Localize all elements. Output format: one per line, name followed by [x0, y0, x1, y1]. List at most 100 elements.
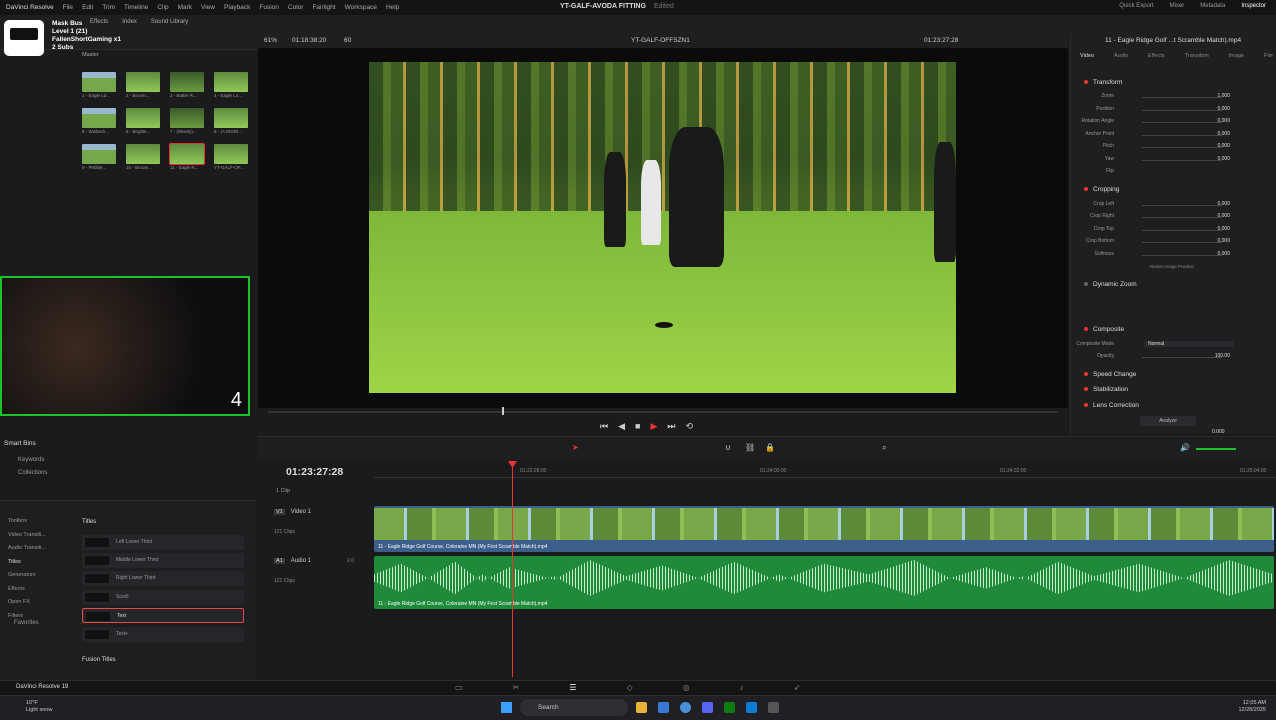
tab-video[interactable]: Video — [1080, 53, 1094, 59]
video-clip[interactable]: 11 - Eagle Ridge Golf Course, Coleraine … — [374, 506, 1274, 552]
row-slider[interactable] — [1142, 255, 1222, 256]
cut-page-icon[interactable]: ✂ — [513, 683, 520, 692]
menu-view[interactable]: View — [201, 4, 215, 11]
menu-trim[interactable]: Trim — [102, 4, 115, 11]
menu-clip[interactable]: Clip — [157, 4, 168, 11]
favorites-header[interactable]: Favorites — [14, 620, 39, 626]
metadata-button[interactable]: Metadata — [1200, 3, 1225, 9]
title-text[interactable]: Text — [82, 608, 244, 623]
stop-icon[interactable]: ■ — [635, 421, 640, 432]
volume-slider[interactable] — [1196, 448, 1236, 450]
mixer-button[interactable]: Mixer — [1170, 3, 1185, 9]
title-scroll[interactable]: Scroll — [82, 590, 244, 605]
row-slider[interactable] — [1142, 147, 1222, 148]
row-slider[interactable] — [1142, 242, 1222, 243]
menu-file[interactable]: File — [63, 4, 73, 11]
fusion-titles-header[interactable]: Fusion Titles — [82, 657, 116, 663]
composite-mode-select[interactable]: Normal — [1144, 341, 1234, 347]
viewer-scrubber-handle[interactable] — [502, 407, 504, 415]
tab-audio[interactable]: Audio — [1114, 53, 1128, 59]
color-page-icon[interactable]: ◎ — [683, 683, 690, 692]
windows-start-icon[interactable] — [501, 702, 512, 713]
quick-export-button[interactable]: Quick Export — [1119, 3, 1153, 9]
smart-bin-collections[interactable]: Collections — [18, 470, 47, 476]
enable-dot-icon[interactable] — [1084, 80, 1088, 84]
fx-cat-toolbox[interactable]: Toolbox — [8, 515, 46, 529]
row-slider[interactable] — [1142, 230, 1222, 231]
selection-tool-icon[interactable]: ➤ — [572, 443, 579, 452]
media-clip-thumb[interactable] — [170, 108, 204, 128]
playhead[interactable] — [512, 462, 513, 677]
fairlight-page-icon[interactable]: ♪ — [740, 683, 744, 692]
skip-start-icon[interactable]: ⏮ — [600, 421, 608, 432]
fx-cat-titles[interactable]: Titles — [8, 556, 46, 570]
system-clock[interactable]: 12:05 AM 12/28/2025 — [1238, 700, 1266, 714]
tab-image[interactable]: Image — [1229, 53, 1244, 59]
row-value[interactable]: 100.00 — [1215, 353, 1230, 359]
link-icon[interactable]: ⛓ — [745, 443, 755, 452]
resolve-taskbar-icon[interactable] — [768, 702, 779, 713]
menu-fairlight[interactable]: Fairlight — [312, 4, 335, 11]
xbox-icon[interactable] — [724, 702, 735, 713]
row-slider[interactable] — [1142, 205, 1222, 206]
row-value[interactable]: 0.000 — [1217, 251, 1230, 257]
menu-edit[interactable]: Edit — [82, 4, 93, 11]
enable-dot-icon[interactable] — [1084, 372, 1088, 376]
lock-icon[interactable]: 🔒 — [765, 443, 775, 452]
video-track-header[interactable]: V1 Video 1 121 Clips — [258, 509, 374, 535]
deliver-page-icon[interactable]: ➶ — [794, 683, 801, 692]
media-clip-thumb[interactable] — [126, 108, 160, 128]
track-code[interactable]: A1 — [274, 558, 285, 564]
audio-clip[interactable]: 11 - Eagle Ridge Golf Course, Coleraine … — [374, 556, 1274, 609]
media-clip-thumb[interactable] — [214, 72, 248, 92]
menu-color[interactable]: Color — [288, 4, 304, 11]
weather-widget[interactable]: 10°F Light snow — [26, 700, 52, 714]
skip-end-icon[interactable]: ⏭ — [667, 421, 675, 432]
reverse-icon[interactable]: ◀ — [618, 421, 625, 432]
dynamic-zoom-section[interactable]: Dynamic Zoom — [1084, 281, 1137, 288]
media-clip-thumb[interactable] — [170, 72, 204, 92]
row-value[interactable]: 0.000 — [1217, 238, 1230, 244]
fx-cat-effects[interactable]: Effects — [8, 583, 46, 597]
row-value[interactable]: 0.000 — [1217, 213, 1230, 219]
row-value[interactable]: 0.000 — [1217, 226, 1230, 232]
inspector-button[interactable]: Inspector — [1241, 3, 1266, 9]
media-clip-thumb[interactable] — [214, 144, 248, 164]
file-explorer-icon[interactable] — [636, 702, 647, 713]
row-slider[interactable] — [1142, 110, 1222, 111]
browser-icon[interactable] — [658, 702, 669, 713]
taskbar-search[interactable]: Search — [520, 699, 628, 716]
row-slider[interactable] — [1142, 160, 1222, 161]
fx-cat-generators[interactable]: Generators — [8, 569, 46, 583]
lens-correction-section[interactable]: Lens Correction — [1084, 402, 1139, 409]
row-value[interactable]: 0.000 — [1217, 118, 1230, 124]
media-clip-thumb[interactable] — [126, 72, 160, 92]
timeline-ruler[interactable]: 01:22:28:00 01:24:00:00 01:24:32:00 01:2… — [374, 462, 1276, 478]
fusion-page-icon[interactable]: ◇ — [626, 683, 632, 692]
edit-page-icon[interactable]: ☰ — [569, 683, 576, 692]
media-page-icon[interactable]: ▭ — [455, 683, 463, 692]
track-code[interactable]: V1 — [274, 509, 285, 515]
speed-change-section[interactable]: Speed Change — [1084, 371, 1136, 378]
enable-dot-icon[interactable] — [1084, 282, 1088, 286]
transform-section[interactable]: Transform — [1084, 79, 1122, 86]
discord-icon[interactable] — [702, 702, 713, 713]
media-clip-thumb[interactable] — [214, 108, 248, 128]
cropping-section[interactable]: Cropping — [1084, 186, 1119, 193]
menu-workspace[interactable]: Workspace — [345, 4, 377, 11]
snap-icon[interactable]: ∪ — [725, 443, 731, 452]
title-right-lower-third[interactable]: Right Lower Third — [82, 571, 244, 586]
app-name[interactable]: DaVinci Resolve — [6, 4, 54, 11]
title-text-plus[interactable]: Text+ — [82, 627, 244, 642]
viewer-scrubber[interactable] — [268, 411, 1058, 413]
distortion-value[interactable]: 0.000 — [1212, 429, 1225, 435]
smart-bin-keywords[interactable]: Keywords — [18, 457, 44, 463]
row-slider[interactable] — [1142, 122, 1222, 123]
stabilization-section[interactable]: Stabilization — [1084, 386, 1128, 393]
enable-dot-icon[interactable] — [1084, 387, 1088, 391]
play-icon[interactable]: ▶ — [650, 421, 657, 432]
enable-dot-icon[interactable] — [1084, 403, 1088, 407]
menu-timeline[interactable]: Timeline — [124, 4, 148, 11]
menu-mark[interactable]: Mark — [178, 4, 192, 11]
row-value[interactable]: 0.000 — [1217, 156, 1230, 162]
